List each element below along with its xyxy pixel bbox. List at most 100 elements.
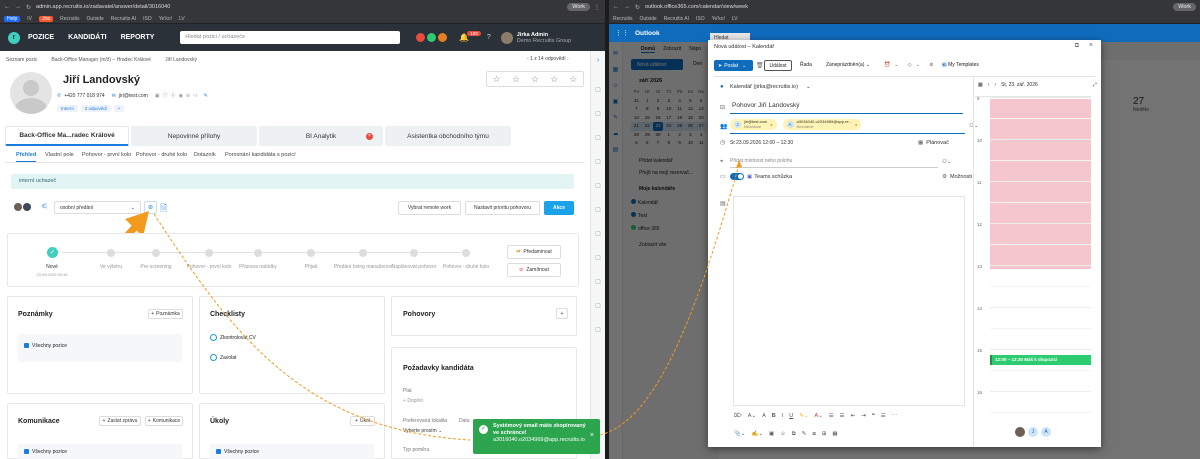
star-icon[interactable]: ☆ <box>569 74 577 85</box>
tab-position[interactable]: BI Analytik × <box>259 126 383 146</box>
bookmark[interactable]: Outside <box>639 16 656 22</box>
outdent-icon[interactable]: ⇥ <box>861 413 866 419</box>
remote-work-button[interactable]: Vybrat remote work <box>398 201 461 215</box>
table-icon[interactable]: ⊞ <box>822 431 827 437</box>
share-icon[interactable]: ⋲ <box>41 203 47 210</box>
calendar-day[interactable]: 22 <box>642 122 653 131</box>
popout-icon[interactable]: ⧉ <box>1075 43 1079 50</box>
calendar-item[interactable]: Kalendář <box>631 199 658 206</box>
calendar-day[interactable]: 5 <box>631 139 642 148</box>
calendar-day[interactable]: 11 <box>674 105 685 114</box>
calendar-day[interactable]: 3 <box>663 97 674 106</box>
calendar-day[interactable]: 23 <box>652 122 664 131</box>
subtab-overview[interactable]: Přehled <box>16 152 37 162</box>
tab-position[interactable]: Asistentka obchodního týmu <box>385 126 511 146</box>
format-icon[interactable]: A⌄ <box>748 413 756 419</box>
calendar-day[interactable]: 8 <box>642 105 653 114</box>
options-button[interactable]: Možnosti <box>950 174 972 180</box>
calendar-day[interactable]: 7 <box>653 139 664 148</box>
calendar-item[interactable]: office 365 <box>631 225 660 232</box>
reload-icon[interactable]: ↻ <box>26 4 31 11</box>
format-toolbar[interactable]: ⌦ A⌄ A B I U ✎⌄ A⌄ ☰ ☰ ⇤ ⇥ ❝ ☰ ⋯ <box>734 410 964 422</box>
pipeline-step-label[interactable]: Naplánovat pohovor <box>384 264 444 270</box>
apps-icon[interactable]: ⋮⋮ <box>615 29 629 37</box>
calendar-day[interactable]: 11 <box>696 139 707 148</box>
apps-icon[interactable]: ▦ <box>832 431 837 437</box>
avatar[interactable] <box>23 203 31 211</box>
calendar-day[interactable]: 31 <box>631 97 642 106</box>
tab-position[interactable]: Nepovinné přílohy <box>131 126 257 146</box>
calendar-day[interactable]: 4 <box>696 131 707 140</box>
subtab[interactable]: Pohovor - druhé kolo <box>136 152 187 158</box>
teams-toggle[interactable] <box>730 173 744 180</box>
align-icon[interactable]: ☰ <box>881 413 886 419</box>
forward-icon[interactable]: → <box>15 4 21 10</box>
profile-chip[interactable]: Work <box>567 3 590 11</box>
day-grid[interactable]: 12:00 – 12:30 Máš k dispozici 9 10 11 12 13 1… <box>975 96 1091 424</box>
toolbar-icons[interactable]: ⏰⌄ ◇⌄ ⊘ ◐ <box>884 62 950 68</box>
url-text[interactable]: admin.app.recruitis.io/zadavatel/answer/… <box>36 4 567 10</box>
notes-filter[interactable]: Všechny pozice <box>18 334 182 362</box>
next-icon[interactable]: › <box>994 82 996 88</box>
app-rail[interactable]: ✉ ▦ ☺ ▣ ✎ ☁ ▤ <box>609 42 623 459</box>
avatar[interactable]: A <box>1041 427 1051 437</box>
address-bar[interactable]: ← → ↻ outlook.office365.com/calendar/vie… <box>609 0 1200 14</box>
calendar-day[interactable]: 8 <box>663 139 674 148</box>
booking-link[interactable]: Přejít na mojí rezervač... <box>639 170 693 176</box>
breadcrumb-item[interactable]: Seznam pozic <box>6 57 37 63</box>
send-button[interactable]: ➤ Poslat ⌄ <box>714 60 753 71</box>
trash-icon[interactable]: 🗑 <box>756 62 764 69</box>
avatar[interactable] <box>14 203 22 211</box>
search-input[interactable]: Hledat pozici / uchazeče <box>180 31 401 44</box>
bookmark-jira[interactable]: Jira <box>39 15 54 22</box>
tasks-filter[interactable]: Všechny pozice <box>210 444 374 459</box>
bullets-icon[interactable]: ☰ <box>829 413 834 419</box>
calendar-day[interactable]: 1 <box>642 97 653 106</box>
nav-kandidati[interactable]: KANDIDÁTI <box>68 34 107 41</box>
star-icon[interactable]: ☆ <box>550 74 558 85</box>
day-view-button[interactable]: Den <box>693 61 702 67</box>
interview-priority-button[interactable]: Nastavit prioritu pohovoru <box>465 201 540 215</box>
indent-icon[interactable]: ⇤ <box>851 413 856 419</box>
close-icon[interactable]: × <box>1089 42 1093 49</box>
calendar-day[interactable]: 20 <box>696 114 707 123</box>
nav-reporty[interactable]: REPORTY <box>121 34 155 41</box>
calendar-day[interactable]: 4 <box>674 97 685 106</box>
add-calendar-link[interactable]: Přidat kalendář <box>639 158 673 164</box>
image-icon[interactable]: ▣ <box>769 431 774 437</box>
social-icons[interactable]: ▣ⓕⓖ◉⊘⚇ <box>155 92 201 99</box>
star-icon[interactable]: ☆ <box>531 74 539 85</box>
pipeline-step-dot[interactable] <box>254 249 262 257</box>
send-message-button[interactable]: + Zaslat zprávu <box>99 416 141 426</box>
circle-icon[interactable] <box>210 334 217 341</box>
calendar-day[interactable]: 5 <box>685 97 696 106</box>
bookmark-recruitis-ai[interactable]: Recruitis AI <box>111 16 136 22</box>
bookmark-lv[interactable]: LV <box>179 16 185 22</box>
candidate-phone[interactable]: +420 777 018 974 <box>64 93 104 99</box>
subtab[interactable]: Dotazník <box>194 152 216 158</box>
star-icon[interactable]: ☆ <box>512 74 520 85</box>
format-icon[interactable]: A <box>762 413 766 419</box>
address-bar[interactable]: ← → ↻ admin.app.recruitis.io/zadavatel/a… <box>0 0 605 14</box>
calendar-day[interactable]: 9 <box>674 139 685 148</box>
bookmark-iso[interactable]: ISO <box>143 16 152 22</box>
calendar-day[interactable]: 14 <box>631 114 642 123</box>
add-interview-button[interactable]: + <box>556 308 568 319</box>
next-icon[interactable]: › <box>566 56 569 62</box>
bookmark-yeko[interactable]: Ye'ko! <box>159 16 172 22</box>
calendar-day[interactable]: 6 <box>642 139 653 148</box>
calendar-day[interactable]: 3 <box>685 131 696 140</box>
candidate-email[interactable]: jiri@test.com <box>119 93 148 99</box>
back-icon[interactable]: ← <box>4 4 10 10</box>
bookmark[interactable]: Recruitis <box>613 16 632 22</box>
pipeline-step-dot[interactable] <box>205 249 213 257</box>
status-dot[interactable] <box>416 33 426 42</box>
calendar-day[interactable]: 10 <box>685 139 696 148</box>
editor-icon[interactable]: ✎ <box>802 431 807 437</box>
url-text[interactable]: outlook.office365.com/calendar/view/week <box>645 4 1173 10</box>
calendar-day[interactable]: 6 <box>696 97 707 106</box>
calendar-day[interactable]: 16 <box>653 114 664 123</box>
calendar-day[interactable]: 26 <box>685 122 696 131</box>
series-tab[interactable]: Řada <box>800 62 812 68</box>
scheduler-button[interactable]: Plánovač <box>926 140 949 146</box>
